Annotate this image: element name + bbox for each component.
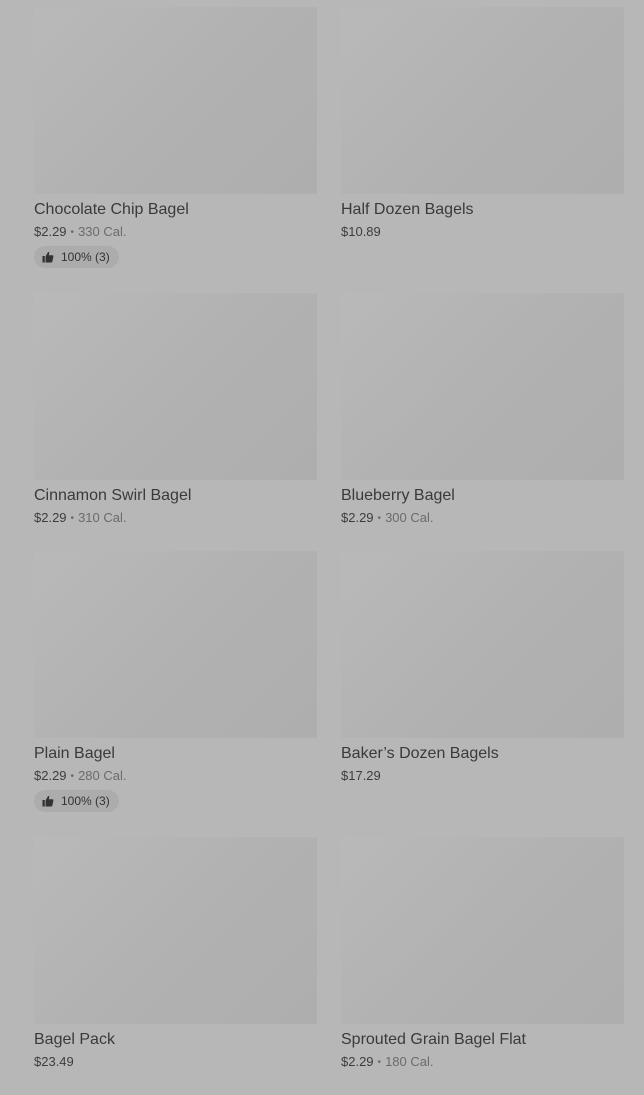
separator: • [70, 227, 75, 238]
item-calories: 300 Cal. [385, 510, 434, 525]
menu-item-card[interactable]: Baker’s Dozen Bagels $17.29 [341, 551, 624, 837]
separator: • [70, 771, 75, 782]
item-name[interactable]: Cinnamon Swirl Bagel [34, 486, 317, 506]
item-meta: $23.49 [34, 1053, 317, 1071]
item-price: $17.29 [341, 768, 381, 783]
item-name[interactable]: Half Dozen Bagels [341, 200, 624, 220]
item-image[interactable] [34, 837, 317, 1024]
menu-item-card[interactable]: Chocolate Chip Bagel $2.29 • 330 Cal. 100%… [34, 7, 317, 293]
item-price: $2.29 [34, 510, 67, 525]
item-calories: 310 Cal. [78, 510, 127, 525]
item-meta: $17.29 [341, 767, 624, 785]
page: { "menu": { "items": [ { "name": "Chocol… [0, 0, 644, 1094]
rating-badge: 100% (3) [34, 246, 119, 268]
item-price: $2.29 [34, 224, 67, 239]
item-meta: $2.29 • 280 Cal. [34, 767, 317, 785]
item-image[interactable] [34, 7, 317, 194]
rating-text: 100% (3) [61, 794, 110, 808]
item-price: $2.29 [34, 768, 67, 783]
thumbs-up-icon [42, 795, 54, 807]
menu-item-card[interactable]: Half Dozen Bagels $10.89 [341, 7, 624, 293]
menu-item-card[interactable]: Sprouted Grain Bagel Flat $2.29 • 180 Cal. [341, 837, 624, 1095]
item-meta: $2.29 • 310 Cal. [34, 509, 317, 527]
separator: • [377, 1057, 382, 1068]
thumbs-up-icon [42, 251, 54, 263]
item-name[interactable]: Bagel Pack [34, 1030, 317, 1050]
item-image[interactable] [341, 293, 624, 480]
separator: • [377, 513, 382, 524]
item-price: $23.49 [34, 1054, 74, 1069]
item-meta: $2.29 • 330 Cal. [34, 223, 317, 241]
item-name[interactable]: Blueberry Bagel [341, 486, 624, 506]
menu-items-grid: Chocolate Chip Bagel $2.29 • 330 Cal. 100%… [34, 7, 644, 1095]
item-name[interactable]: Sprouted Grain Bagel Flat [341, 1030, 624, 1050]
item-image[interactable] [34, 293, 317, 480]
item-calories: 330 Cal. [78, 224, 127, 239]
menu-item-card[interactable]: Cinnamon Swirl Bagel $2.29 • 310 Cal. [34, 293, 317, 551]
item-meta: $2.29 • 300 Cal. [341, 509, 624, 527]
item-image[interactable] [341, 7, 624, 194]
item-price: $2.29 [341, 510, 374, 525]
item-name[interactable]: Baker’s Dozen Bagels [341, 744, 624, 764]
item-price: $10.89 [341, 224, 381, 239]
menu-item-card[interactable]: Plain Bagel $2.29 • 280 Cal. 100% (3) [34, 551, 317, 837]
item-price: $2.29 [341, 1054, 374, 1069]
rating-text: 100% (3) [61, 250, 110, 264]
item-image[interactable] [341, 551, 624, 738]
item-name[interactable]: Plain Bagel [34, 744, 317, 764]
separator: • [70, 513, 75, 524]
item-image[interactable] [341, 837, 624, 1024]
item-calories: 180 Cal. [385, 1054, 434, 1069]
menu-item-card[interactable]: Blueberry Bagel $2.29 • 300 Cal. [341, 293, 624, 551]
menu-item-card[interactable]: Bagel Pack $23.49 [34, 837, 317, 1095]
item-meta: $2.29 • 180 Cal. [341, 1053, 624, 1071]
item-meta: $10.89 [341, 223, 624, 241]
rating-badge: 100% (3) [34, 790, 119, 812]
item-name[interactable]: Chocolate Chip Bagel [34, 200, 317, 220]
item-image[interactable] [34, 551, 317, 738]
item-calories: 280 Cal. [78, 768, 127, 783]
